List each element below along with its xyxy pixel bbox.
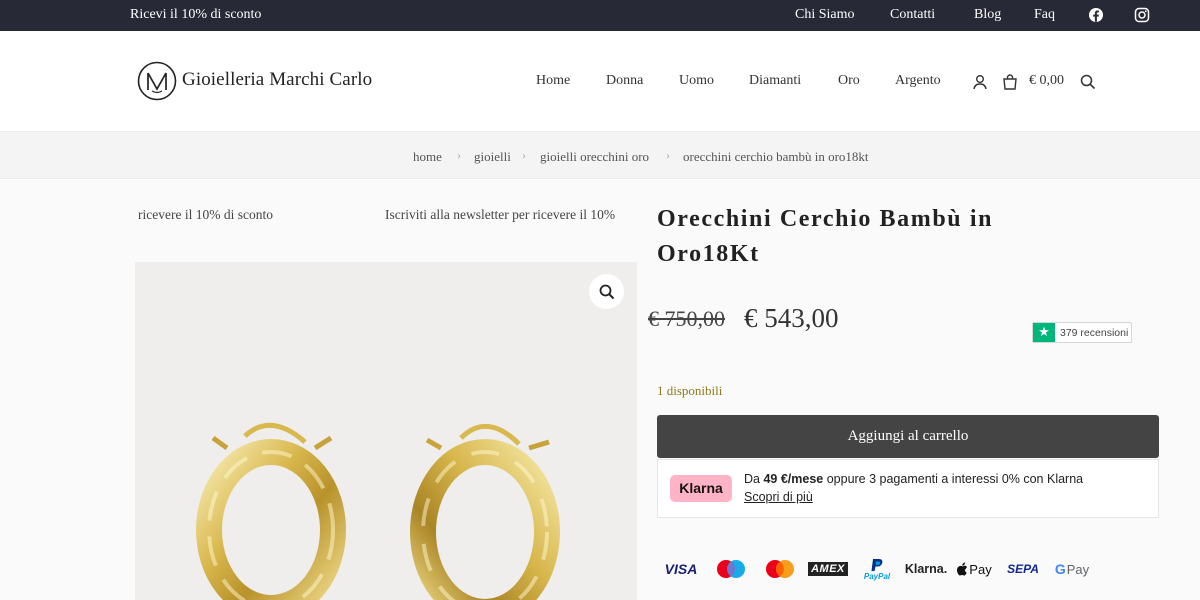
breadcrumb-home[interactable]: home: [413, 149, 442, 165]
klarna-logo: Klarna: [670, 475, 732, 502]
apple-pay-icon: Pay: [954, 556, 994, 582]
toplink-blog[interactable]: Blog: [974, 7, 1001, 23]
nav-argento[interactable]: Argento: [895, 73, 941, 89]
stock-status: 1 disponibili: [657, 383, 723, 398]
amex-icon: AMEX: [808, 556, 848, 582]
account-icon[interactable]: [971, 73, 989, 91]
klarna-payment-icon: Klarna.: [904, 562, 948, 576]
facebook-icon[interactable]: [1088, 7, 1104, 23]
paypal-icon: PayPal: [860, 556, 894, 582]
gold-hoop-earrings-image: [196, 422, 560, 600]
klarna-text: Da 49 €/mese oppure 3 pagamenti a intere…: [744, 472, 1084, 486]
breadcrumb-gioielli[interactable]: gioielli: [474, 149, 511, 165]
google-g-icon: G: [1054, 561, 1066, 577]
toplink-chi-siamo[interactable]: Chi Siamo: [795, 7, 855, 23]
trustpilot-widget[interactable]: ★ 379 recensioni: [1032, 322, 1132, 343]
product-image[interactable]: [135, 262, 637, 600]
chevron-right-icon: ›: [457, 148, 461, 162]
cart-total[interactable]: € 0,00: [1029, 73, 1064, 89]
nav-uomo[interactable]: Uomo: [679, 73, 714, 89]
star-icon: ★: [1033, 323, 1055, 342]
sepa-icon: SEPA: [1007, 562, 1039, 576]
google-pay-icon: G Pay: [1054, 561, 1090, 577]
toplink-contatti[interactable]: Contatti: [890, 7, 935, 23]
logo-icon[interactable]: [137, 61, 177, 101]
mastercard-icon: [762, 556, 798, 582]
visa-icon: VISA: [664, 561, 698, 577]
nav-home[interactable]: Home: [536, 73, 570, 89]
klarna-message: Klarna Da 49 €/mese oppure 3 pagamenti a…: [657, 459, 1159, 518]
cart-icon[interactable]: [1001, 73, 1019, 91]
klarna-learn-more-link[interactable]: Scopri di più: [744, 490, 813, 504]
maestro-icon: [713, 556, 749, 582]
top-bar: Ricevi il 10% di sconto Chi Siamo Contat…: [0, 0, 1200, 31]
newsletter-ticker-right: Iscriviti alla newsletter per ricevere i…: [385, 207, 616, 222]
add-to-cart-button[interactable]: Aggiungi al carrello: [657, 415, 1159, 458]
nav-diamanti[interactable]: Diamanti: [749, 73, 801, 89]
zoom-icon[interactable]: [589, 274, 624, 309]
instagram-icon[interactable]: [1134, 7, 1150, 23]
chevron-right-icon: ›: [522, 148, 526, 162]
breadcrumb-current: orecchini cerchio bambù in oro18kt: [683, 149, 869, 164]
breadcrumb: home › gioielli › gioielli orecchini oro…: [0, 131, 1200, 179]
search-icon[interactable]: [1079, 73, 1097, 91]
price-old: € 750,00: [648, 306, 725, 331]
product-title: Orecchini Cerchio Bambù in Oro18Kt: [657, 206, 994, 267]
promo-text: Ricevi il 10% di sconto: [130, 7, 262, 22]
toplink-faq[interactable]: Faq: [1034, 7, 1055, 23]
logo-text[interactable]: Gioielleria Marchi Carlo: [182, 69, 372, 91]
review-count: 379 recensioni: [1060, 327, 1129, 339]
price-sale: € 543,00: [744, 303, 839, 333]
chevron-right-icon: ›: [666, 148, 670, 162]
breadcrumb-gioielli-orecchini-oro[interactable]: gioielli orecchini oro: [540, 149, 649, 165]
nav-oro[interactable]: Oro: [838, 73, 860, 89]
klarna-amount: 49 €/mese: [763, 472, 824, 486]
newsletter-ticker-left: ricevere il 10% di sconto: [138, 207, 273, 222]
site-header: Gioielleria Marchi Carlo Home Donna Uomo…: [0, 31, 1200, 131]
nav-donna[interactable]: Donna: [606, 73, 643, 89]
